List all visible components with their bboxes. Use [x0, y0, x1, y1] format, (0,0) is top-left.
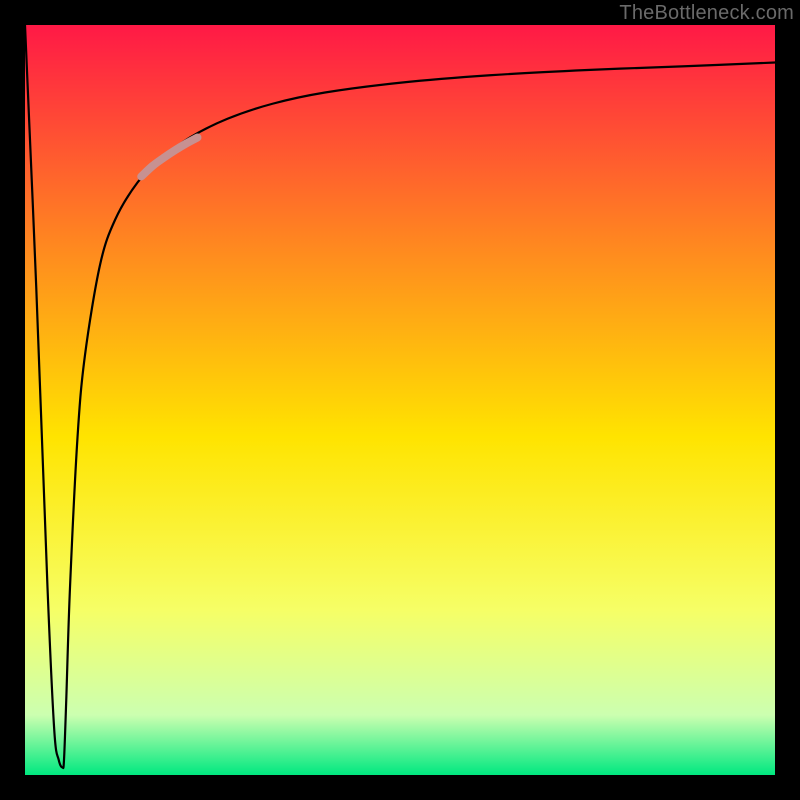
attribution-watermark: TheBottleneck.com — [619, 2, 794, 25]
curve-layer — [25, 25, 775, 775]
bottleneck-curve — [25, 25, 775, 768]
plot-area — [25, 25, 775, 775]
highlight-segment — [141, 138, 197, 177]
chart-frame: TheBottleneck.com — [0, 0, 800, 800]
